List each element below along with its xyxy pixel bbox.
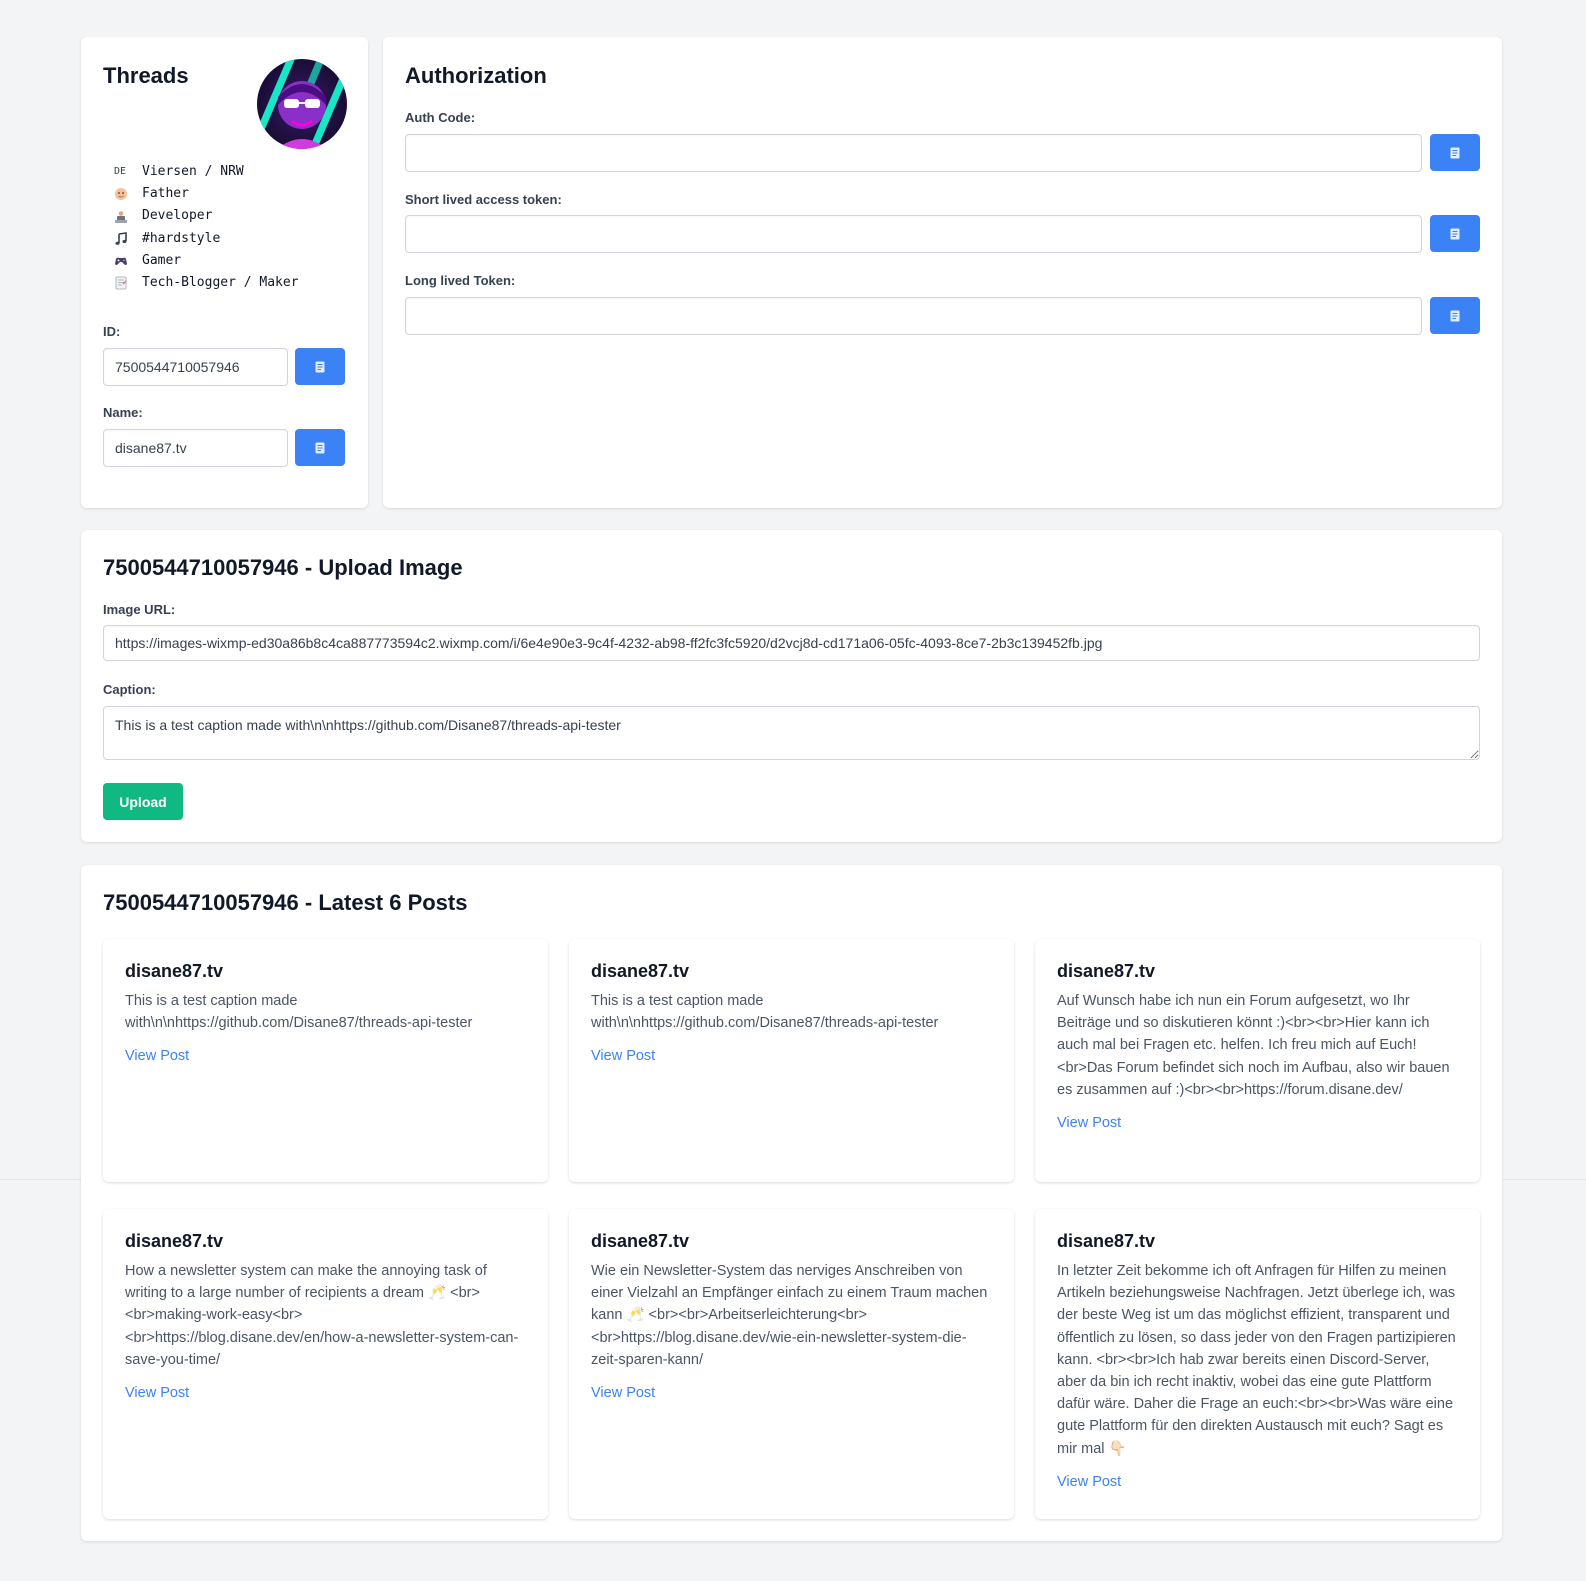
bio-text: Father [142,186,189,202]
long-token-label: Long lived Token: [405,273,516,288]
post-author: disane87.tv [591,1231,690,1251]
post-text: This is a test caption made with\n\nhttp… [125,993,473,1032]
post-card: disane87.tv Auf Wunsch habe ich nun ein … [1035,939,1480,1182]
authorization-title: Authorization [405,63,547,88]
post-author: disane87.tv [1057,1231,1156,1251]
memo-icon [114,276,142,290]
copy-name-button[interactable] [295,429,345,466]
copy-icon [1450,228,1460,239]
name-input[interactable] [103,429,288,467]
upload-title: 7500544710057946 - Upload Image [103,555,463,580]
image-url-label: Image URL: [103,602,176,617]
post-card: disane87.tv This is a test caption made … [103,939,548,1182]
post-text: How a newsletter system can make the ann… [125,1263,519,1368]
view-post-link[interactable]: View Post [591,1048,655,1064]
music-notes-icon [114,231,142,246]
view-post-link[interactable]: View Post [1057,1115,1121,1131]
short-token-input[interactable] [405,215,1422,253]
post-card: disane87.tv This is a test caption made … [569,939,1014,1182]
posts-title: 7500544710057946 - Latest 6 Posts [103,890,468,915]
id-input[interactable] [103,348,288,386]
post-text: In letzter Zeit bekomme ich oft Anfragen… [1057,1263,1456,1457]
post-text: This is a test caption made with\n\nhttp… [591,993,939,1032]
gamepad-icon [114,254,142,268]
view-post-link[interactable]: View Post [125,1385,189,1401]
post-text: Auf Wunsch habe ich nun ein Forum aufges… [1057,993,1450,1098]
bio-text: Developer [142,208,213,224]
auth-code-label: Auth Code: [405,110,476,125]
bio-item-blogger: Tech-Blogger / Maker [114,272,299,294]
caption-label: Caption: [103,682,156,697]
caption-textarea[interactable]: This is a test caption made with\n\nhttp… [103,706,1480,760]
post-author: disane87.tv [591,961,690,981]
copy-long-token-button[interactable] [1430,297,1480,334]
view-post-link[interactable]: View Post [1057,1474,1121,1490]
post-author: disane87.tv [1057,961,1156,981]
auth-code-input[interactable] [405,134,1422,172]
copy-icon [315,361,325,372]
post-author: disane87.tv [125,961,224,981]
bio-item-hardstyle: #hardstyle [114,228,299,250]
bio-list: DE Viersen / NRW Father Developer #hards… [114,161,299,294]
bio-text: Viersen / NRW [142,164,244,179]
post-text: Wie ein Newsletter-System das nerviges A… [591,1263,988,1368]
upload-button[interactable]: Upload [103,783,183,820]
bio-item-father: Father [114,183,299,205]
copy-auth-code-button[interactable] [1430,134,1480,171]
id-label: ID: [103,324,121,339]
authorization-card: Authorization Auth Code: Short lived acc… [383,37,1502,508]
post-author: disane87.tv [125,1231,224,1251]
bio-item-gamer: Gamer [114,250,299,272]
de-flag-icon: DE [114,166,127,177]
upload-card: 7500544710057946 - Upload Image Image UR… [81,530,1502,842]
short-token-label: Short lived access token: [405,192,562,207]
copy-icon [1450,310,1460,321]
copy-icon [315,442,325,453]
bio-text: #hardstyle [142,230,221,246]
long-token-input[interactable] [405,297,1422,335]
baby-icon [114,187,142,201]
image-url-input[interactable] [103,625,1480,661]
developer-icon [114,210,142,224]
bio-text: Gamer [142,252,182,268]
copy-short-token-button[interactable] [1430,215,1480,252]
profile-title: Threads [103,63,189,88]
bio-text: Tech-Blogger / Maker [142,275,299,291]
post-card: disane87.tv Wie ein Newsletter-System da… [569,1209,1014,1519]
bio-item-location: DE Viersen / NRW [114,161,299,183]
post-card: disane87.tv How a newsletter system can … [103,1209,548,1519]
view-post-link[interactable]: View Post [591,1385,655,1401]
latest-posts-card: 7500544710057946 - Latest 6 Posts disane… [81,865,1502,1541]
copy-id-button[interactable] [295,348,345,385]
name-label: Name: [103,405,143,420]
profile-card: Threads DE Viersen / NRW Father Develope… [81,37,368,508]
post-card: disane87.tv In letzter Zeit bekomme ich … [1035,1209,1480,1519]
view-post-link[interactable]: View Post [125,1048,189,1064]
avatar [257,59,347,149]
bio-item-developer: Developer [114,205,299,227]
copy-icon [1450,147,1460,158]
